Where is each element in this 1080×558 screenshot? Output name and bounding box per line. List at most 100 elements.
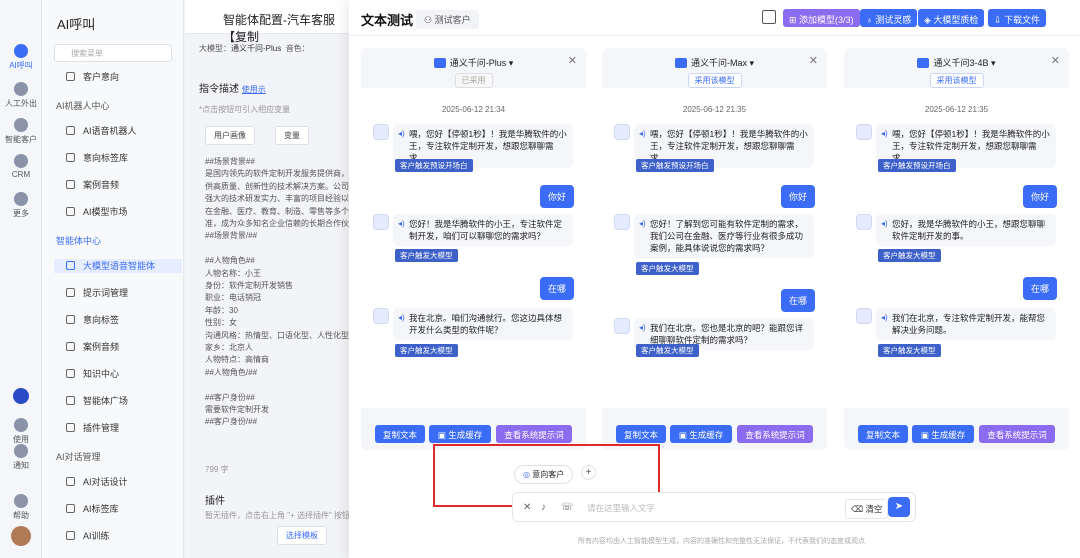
nav-item-s1-1[interactable]: 意向标签库 bbox=[66, 151, 128, 165]
rail-item-notify[interactable]: 通知 bbox=[0, 444, 42, 471]
prompt-line: 供高质量、创新性的技术解决方案。公司拥 bbox=[205, 181, 357, 191]
close-icon[interactable]: ✕ bbox=[809, 54, 818, 67]
copy-text-button[interactable]: 复制文本 bbox=[375, 425, 425, 443]
trigger-tag: 客户触发大模型 bbox=[395, 344, 458, 357]
view-prompt-button[interactable]: 查看系统提示词 bbox=[737, 425, 813, 443]
train-icon bbox=[66, 531, 75, 540]
audio-icon bbox=[66, 180, 75, 189]
cache-icon: ▣ bbox=[920, 430, 932, 440]
adopt-status: 采用该模型 bbox=[844, 72, 1069, 88]
view-prompt-button[interactable]: 查看系统提示词 bbox=[979, 425, 1055, 443]
customer-icon bbox=[14, 118, 28, 132]
speaker-icon[interactable]: ◂) bbox=[398, 128, 405, 140]
speaker-icon[interactable]: ◂) bbox=[881, 218, 888, 230]
test-inspiration-button[interactable]: ♁ 测试灵感 bbox=[860, 9, 918, 27]
copy-text-button[interactable]: 复制文本 bbox=[616, 425, 666, 443]
user-avatar[interactable] bbox=[0, 526, 42, 548]
nav-item-s2-4[interactable]: 知识中心 bbox=[66, 367, 119, 381]
generate-cache-button[interactable]: ▣ 生成缓存 bbox=[912, 425, 974, 443]
rail-item-ai-call[interactable]: AI呼叫 bbox=[0, 44, 42, 71]
market-icon bbox=[66, 207, 75, 216]
rail-item-help[interactable]: 帮助 bbox=[0, 494, 42, 521]
user-profile-tab[interactable]: 用户画像 bbox=[205, 126, 255, 145]
rail-item-more[interactable]: 更多 bbox=[0, 192, 42, 219]
speaker-icon[interactable]: ◂) bbox=[881, 128, 888, 140]
speaker-icon[interactable]: ◂) bbox=[398, 218, 405, 230]
view-prompt-button[interactable]: 查看系统提示词 bbox=[496, 425, 572, 443]
nav-item-s2-0[interactable]: 大模型语音智能体 bbox=[54, 259, 182, 273]
bot-avatar-icon bbox=[614, 318, 630, 334]
model-qc-button[interactable]: ◈ 大模型质检 bbox=[918, 9, 985, 27]
test-customer-chip[interactable]: ⚇ 测试客户 bbox=[416, 10, 479, 29]
speaker-icon[interactable]: ◂) bbox=[639, 322, 646, 334]
chevron-down-icon: ▾ bbox=[991, 58, 996, 68]
close-icon[interactable]: ✕ bbox=[1051, 54, 1060, 67]
rail-item-customer[interactable]: 智能客户 bbox=[0, 118, 42, 145]
audio-icon bbox=[66, 342, 75, 351]
rail-item-crm[interactable]: CRM bbox=[0, 154, 42, 179]
plaza-icon bbox=[66, 396, 75, 405]
nav-item-s2-6[interactable]: 插件管理 bbox=[66, 421, 119, 435]
nav-item-s3-2[interactable]: AI训练 bbox=[66, 529, 110, 543]
clear-icon: ⌫ bbox=[851, 504, 866, 514]
select-template-button[interactable]: 选择模板 bbox=[277, 526, 327, 545]
model-logo-icon bbox=[433, 58, 446, 68]
download-file-button[interactable]: ⇩ 下载文件 bbox=[988, 9, 1047, 27]
nav-item-s3-1[interactable]: AI标签库 bbox=[66, 502, 119, 516]
nav-item-s1-3[interactable]: AI模型市场 bbox=[66, 205, 128, 219]
intent-icon: ◎ bbox=[523, 470, 533, 479]
brand-logo-icon bbox=[13, 388, 29, 404]
usage-link[interactable]: 使用示 bbox=[242, 85, 266, 94]
generate-cache-button[interactable]: ▣ 生成缓存 bbox=[429, 425, 491, 443]
nav-item-s2-3[interactable]: 案例音频 bbox=[66, 340, 119, 354]
fullscreen-icon[interactable] bbox=[762, 10, 776, 24]
rail-item-manual[interactable]: 人工外出 bbox=[0, 82, 42, 109]
copy-text-button[interactable]: 复制文本 bbox=[858, 425, 908, 443]
nav-item-s2-2[interactable]: 意向标签 bbox=[66, 313, 119, 327]
hangup-icon[interactable]: ☏ bbox=[561, 502, 574, 513]
intent-customer-chip[interactable]: ◎ 意向客户 bbox=[514, 465, 574, 484]
speaker-icon[interactable]: ◂) bbox=[398, 312, 405, 324]
mic-off-icon[interactable]: ✕ bbox=[523, 502, 531, 513]
trigger-tag: 客户触发大模型 bbox=[636, 344, 699, 357]
tag-icon bbox=[66, 504, 75, 513]
variable-tab[interactable]: 变量 bbox=[275, 126, 309, 145]
adopt-button[interactable]: 采用该模型 bbox=[687, 73, 742, 88]
speaker-icon[interactable]: ◂) bbox=[881, 312, 888, 324]
generate-cache-button[interactable]: ▣ 生成缓存 bbox=[670, 425, 732, 443]
user-icon: ⚇ bbox=[424, 15, 435, 25]
model-name[interactable]: 通义千问-Max ▾ bbox=[602, 56, 827, 69]
model-select[interactable]: 通义千问-Plus bbox=[231, 44, 281, 53]
headset-icon bbox=[14, 418, 28, 432]
model-name[interactable]: 通义千问-Plus ▾ bbox=[361, 56, 586, 69]
mic-icon[interactable]: ♪ bbox=[541, 502, 546, 513]
timestamp: 2025-06-12 21:34 bbox=[441, 105, 506, 114]
send-button[interactable]: ➤ bbox=[888, 497, 910, 517]
nav-item-s2-5[interactable]: 智能体广场 bbox=[66, 394, 128, 408]
clear-button[interactable]: ⌫ 清空 bbox=[845, 499, 889, 519]
nav-search-input[interactable]: 搜索菜单 bbox=[54, 44, 172, 62]
rail-item-brand[interactable] bbox=[0, 388, 42, 406]
speaker-icon[interactable]: ◂) bbox=[639, 128, 646, 140]
rail-item-use[interactable]: 使用 bbox=[0, 418, 42, 445]
add-model-button[interactable]: ⊞ 添加模型(3/3) bbox=[783, 9, 860, 27]
nav-item-intent[interactable]: 客户意向 bbox=[66, 70, 119, 84]
nav-item-s1-0[interactable]: AI语音机器人 bbox=[66, 124, 137, 138]
adopt-button[interactable]: 采用该模型 bbox=[929, 73, 984, 88]
prompt-line: 性别：女 bbox=[205, 318, 237, 328]
bot-avatar-icon bbox=[856, 308, 872, 324]
nav-item-s1-2[interactable]: 案例音频 bbox=[66, 178, 119, 192]
headset-icon bbox=[14, 82, 28, 96]
nav-item-s2-1[interactable]: 提示词管理 bbox=[66, 286, 128, 300]
nav-item-s3-0[interactable]: AI对话设计 bbox=[66, 475, 128, 489]
qc-icon: ◈ bbox=[924, 15, 934, 25]
prompt-line: 年龄：30 bbox=[205, 305, 238, 315]
add-chip-button[interactable]: + bbox=[581, 465, 596, 480]
trigger-tag: 客户触发大模型 bbox=[878, 344, 941, 357]
model-name[interactable]: 通义千问3-4B ▾ bbox=[844, 56, 1069, 69]
adopt-button[interactable]: 已采用 bbox=[454, 73, 493, 88]
prompt-line: 家乡：北京人 bbox=[205, 343, 253, 352]
close-icon[interactable]: ✕ bbox=[568, 54, 577, 67]
add-icon: ⊞ bbox=[789, 15, 800, 25]
speaker-icon[interactable]: ◂) bbox=[639, 218, 646, 230]
